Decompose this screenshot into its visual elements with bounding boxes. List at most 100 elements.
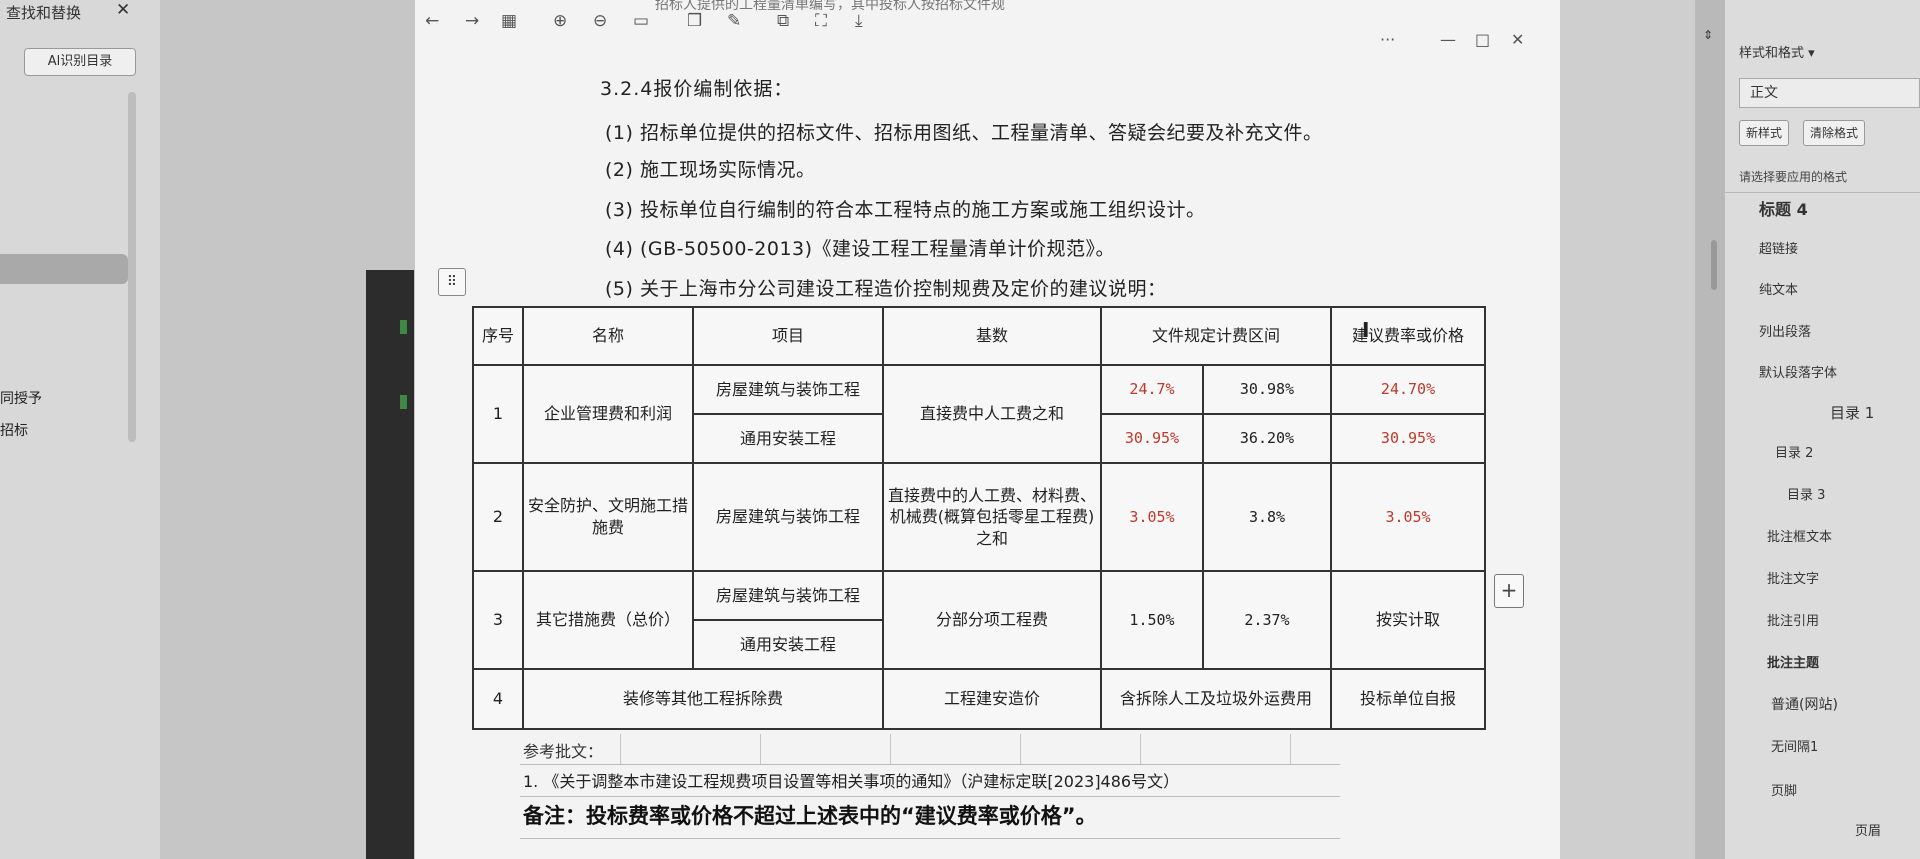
search-result-snippet[interactable]: 同授予	[0, 388, 42, 408]
row-no: 3	[472, 570, 524, 670]
reference-label: 参考批文：	[523, 742, 604, 761]
search-result-snippet[interactable]: 招标	[0, 420, 28, 440]
add-column-button[interactable]: +	[1494, 574, 1524, 608]
forward-arrow-icon[interactable]: →	[465, 11, 479, 31]
range-high: 36.20%	[1201, 413, 1333, 464]
style-item-comment-ref[interactable]: 批注引用	[1767, 610, 1819, 629]
row-item: 房屋建筑与装饰工程	[692, 462, 884, 572]
document-scrollbar[interactable]	[1711, 240, 1717, 290]
grid-line	[620, 734, 621, 764]
suggested-rate: 3.05%	[1330, 462, 1487, 572]
row-base: 工程建安造价	[882, 668, 1102, 730]
header-base: 基数	[882, 306, 1102, 366]
previous-page-text: 招标人提供的工程量清单编写，其中投标人按招标文件规	[655, 0, 1005, 13]
header-no: 序号	[472, 306, 524, 366]
style-item-list-paragraph[interactable]: 列出段落	[1759, 321, 1811, 340]
new-style-button[interactable]: 新样式	[1739, 120, 1790, 146]
style-item-toc1[interactable]: 目录 1	[1830, 402, 1874, 423]
header-name: 名称	[522, 306, 694, 366]
range-low: 1.50%	[1100, 570, 1204, 670]
row-name: 其它措施费（总价）	[522, 570, 694, 670]
styles-panel: 样式和格式 ▾ 正文 新样式 清除格式 请选择要应用的格式 标题 4 超链接 纯…	[1725, 0, 1920, 859]
close-icon[interactable]: ✕	[1511, 30, 1524, 49]
grid-view-icon[interactable]: ▦	[501, 11, 517, 31]
range-high: 2.37%	[1201, 570, 1333, 670]
grid-line	[520, 838, 1340, 839]
suggested-rate: 投标单位自报	[1330, 668, 1487, 730]
paragraph: (3) 投标单位自行编制的符合本工程特点的施工方案或施工组织设计。	[605, 199, 1206, 221]
paragraph: (5) 关于上海市分公司建设工程造价控制规费及定价的建议说明：	[605, 278, 1167, 300]
style-item-plain-text[interactable]: 纯文本	[1759, 279, 1798, 298]
frame-icon[interactable]: ❒	[687, 11, 702, 31]
paragraph: (1) 招标单位提供的招标文件、招标用图纸、工程量清单、答疑会纪要及补充文件。	[605, 122, 1323, 144]
styles-panel-title[interactable]: 样式和格式 ▾	[1739, 42, 1815, 61]
style-item-no-spacing[interactable]: 无间隔1	[1771, 736, 1818, 755]
current-style-field[interactable]: 正文	[1739, 78, 1920, 108]
table-header-row: 序号 名称 项目 基数 文件规定计费区间 建议费率或价格	[472, 306, 1487, 366]
grid-line	[890, 734, 891, 764]
style-item-comment-box[interactable]: 批注框文本	[1767, 526, 1832, 545]
suggested-rate: 按实计取	[1330, 570, 1487, 670]
background-marker	[400, 395, 407, 409]
suggested-rate: 30.95%	[1330, 413, 1487, 464]
row-item: 通用安装工程	[692, 619, 884, 670]
grid-line	[1020, 734, 1021, 764]
row-name: 装修等其他工程拆除费	[522, 668, 884, 730]
row-base: 分部分项工程费	[882, 570, 1102, 670]
screenshot-icon[interactable]: ⛶	[815, 11, 827, 31]
zoom-in-icon[interactable]: ⊕	[553, 11, 567, 31]
style-item-toc2[interactable]: 目录 2	[1775, 442, 1813, 461]
table-row: 4 装修等其他工程拆除费 工程建安造价 含拆除人工及垃圾外运费用 投标单位自报	[472, 668, 1487, 730]
styles-hint: 请选择要应用的格式	[1739, 170, 1848, 184]
zoom-out-icon[interactable]: ⊖	[593, 11, 607, 31]
style-item-footer[interactable]: 页脚	[1771, 780, 1797, 799]
right-margin	[1560, 0, 1695, 859]
table-drag-handle[interactable]: ⠿	[438, 268, 466, 296]
paragraph: (2) 施工现场实际情况。	[605, 159, 816, 181]
fit-page-icon[interactable]: ▭	[633, 11, 649, 31]
range-high: 3.8%	[1201, 462, 1333, 572]
row-item: 房屋建筑与装饰工程	[692, 570, 884, 621]
range-low: 30.95%	[1100, 413, 1204, 464]
section-heading: 3.2.4报价编制依据：	[600, 78, 794, 100]
grid-line	[760, 734, 761, 764]
find-panel-scrollbar[interactable]	[128, 92, 136, 442]
grid-line	[520, 796, 1340, 797]
pane-toggle-icon[interactable]: ⇕	[1703, 28, 1713, 42]
table-row: 3 其它措施费（总价） 房屋建筑与装饰工程 分部分项工程费 1.50% 2.37…	[472, 570, 1487, 670]
style-item-toc3[interactable]: 目录 3	[1787, 484, 1825, 503]
more-options-icon[interactable]: ···	[1380, 30, 1395, 49]
suggested-rate: 24.70%	[1330, 364, 1487, 415]
ai-recognize-toc-button[interactable]: Al识别目录	[24, 48, 136, 76]
reader-toolbar: 招标人提供的工程量清单编写，其中投标人按招标文件规 ← → ▦ ⊕ ⊖ ▭ ❒ …	[415, 0, 1560, 49]
find-replace-title: 查找和替换	[6, 4, 82, 22]
back-arrow-icon[interactable]: ←	[425, 11, 439, 31]
document-window: 招标人提供的工程量清单编写，其中投标人按招标文件规 ← → ▦ ⊕ ⊖ ▭ ❒ …	[415, 0, 1560, 859]
download-icon[interactable]: ⤓	[855, 11, 863, 31]
fee-table: 序号 名称 项目 基数 文件规定计费区间 建议费率或价格 1 企业管理费和利润 …	[472, 306, 1487, 730]
reference-item: 1. 《关于调整本市建设工程规费项目设置等相关事项的通知》（沪建标定联[2023…	[523, 772, 1180, 791]
search-result-highlight[interactable]	[0, 254, 128, 284]
find-panel-close-icon[interactable]: ✕	[116, 0, 130, 20]
style-item-comment-subject[interactable]: 批注主题	[1767, 652, 1819, 671]
text-cursor-icon: I	[1362, 318, 1370, 342]
row-no: 4	[472, 668, 524, 730]
grid-line	[1140, 734, 1141, 764]
clear-format-button[interactable]: 清除格式	[1803, 120, 1866, 146]
remark-text: 备注：投标费率或价格不超过上述表中的“建议费率或价格”。	[523, 804, 1097, 828]
style-item-heading4[interactable]: 标题 4	[1759, 196, 1808, 220]
row-base: 直接费中人工费之和	[882, 364, 1102, 464]
minimize-icon[interactable]: —	[1440, 30, 1456, 49]
style-item-normal-web[interactable]: 普通(网站)	[1771, 694, 1838, 714]
row-name: 企业管理费和利润	[522, 364, 694, 464]
style-item-default-font[interactable]: 默认段落字体	[1759, 362, 1837, 381]
notes-section: 参考批文： 1. 《关于调整本市建设工程规费项目设置等相关事项的通知》（沪建标定…	[520, 734, 1340, 859]
style-item-comment-text[interactable]: 批注文字	[1767, 568, 1819, 587]
style-item-header[interactable]: 页眉	[1855, 820, 1881, 839]
style-item-hyperlink[interactable]: 超链接	[1759, 238, 1798, 257]
background-marker	[400, 320, 407, 334]
copy-icon[interactable]: ⧉	[777, 11, 789, 31]
edit-icon[interactable]: ✎	[727, 11, 741, 31]
row-name: 安全防护、文明施工措施费	[522, 462, 694, 572]
maximize-icon[interactable]: □	[1475, 30, 1490, 49]
